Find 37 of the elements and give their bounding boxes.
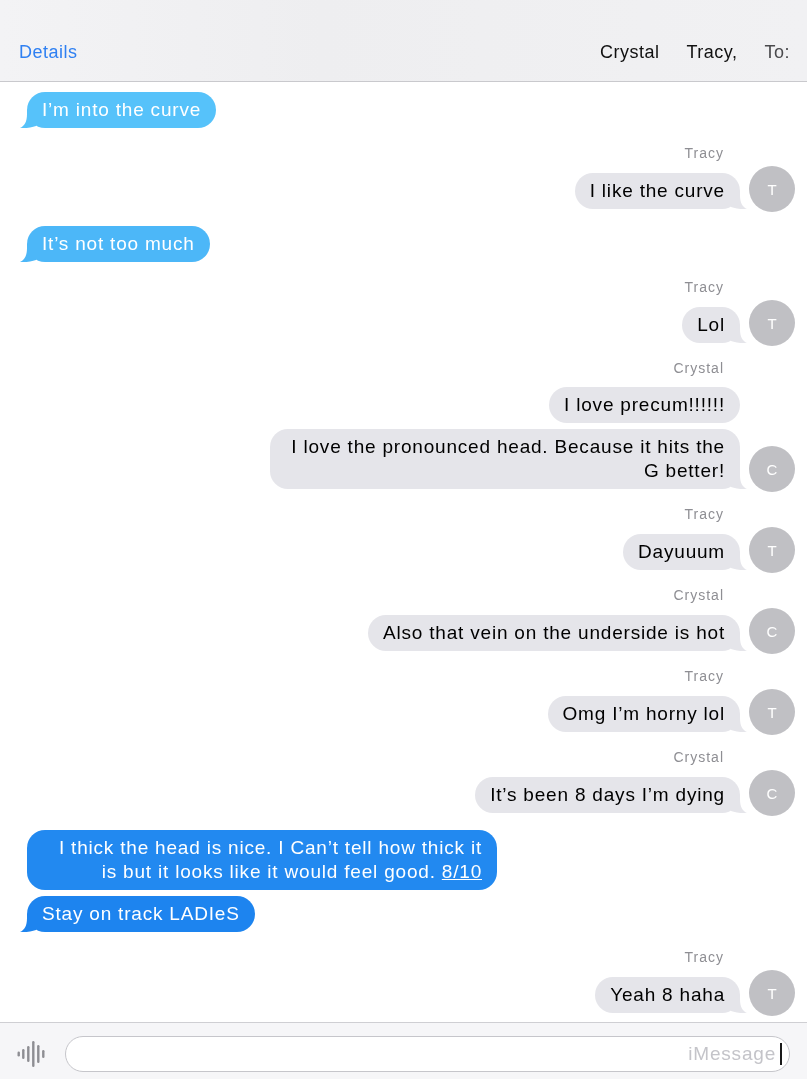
message-text: I love the pronounced head. Because it hits the G better! — [290, 435, 725, 483]
contact-avatar[interactable]: C — [749, 770, 795, 816]
message-text: Also that vein on the underside is hot — [383, 621, 725, 645]
text-cursor — [780, 1043, 782, 1065]
contact-avatar[interactable]: T — [749, 527, 795, 573]
sender-name: Crystal — [673, 587, 724, 603]
message-link[interactable]: 8/10 — [441, 861, 482, 882]
message-text: It’s been 8 days I’m dying — [490, 783, 725, 807]
to-label: To: — [764, 41, 790, 64]
message-text: Omg I’m horny lol — [562, 702, 725, 726]
sender-name: Tracy — [684, 506, 724, 522]
recipient-name[interactable]: Tracy, — [686, 40, 738, 64]
message-text: I thick the head is nice. I Can’t tell how thick it is but it looks like it would feel good. 8/10 — [57, 836, 482, 884]
waveform-icon[interactable] — [17, 1041, 45, 1067]
message-text: I love precum!!!!!! — [564, 393, 725, 417]
message-text: Dayuuum — [638, 540, 725, 564]
message-text: I’m into the curve — [42, 98, 202, 122]
sender-name: Crystal — [673, 360, 724, 376]
message-text: It’s not too much — [42, 232, 195, 256]
contact-avatar[interactable]: T — [749, 970, 795, 1016]
sender-name: Tracy — [684, 145, 724, 161]
message-text: Stay on track LADIeS — [42, 902, 240, 926]
sender-name: Tracy — [684, 668, 724, 684]
message-text: Lol — [697, 313, 725, 337]
recipient-name[interactable]: Crystal — [599, 40, 660, 64]
details-button[interactable]: Details — [19, 40, 78, 64]
message-text: Yeah 8 haha — [610, 983, 725, 1007]
message-field[interactable]: iMessage — [65, 1036, 790, 1072]
contact-avatar[interactable]: C — [749, 446, 795, 492]
sender-name: Tracy — [684, 949, 724, 965]
contact-avatar[interactable]: T — [749, 166, 795, 212]
contact-avatar[interactable]: C — [749, 608, 795, 654]
message-text: I like the curve — [589, 179, 725, 203]
sender-name: Crystal — [673, 749, 724, 765]
contact-avatar[interactable]: T — [749, 300, 795, 346]
sender-name: Tracy — [684, 279, 724, 295]
contact-avatar[interactable]: T — [749, 689, 795, 735]
